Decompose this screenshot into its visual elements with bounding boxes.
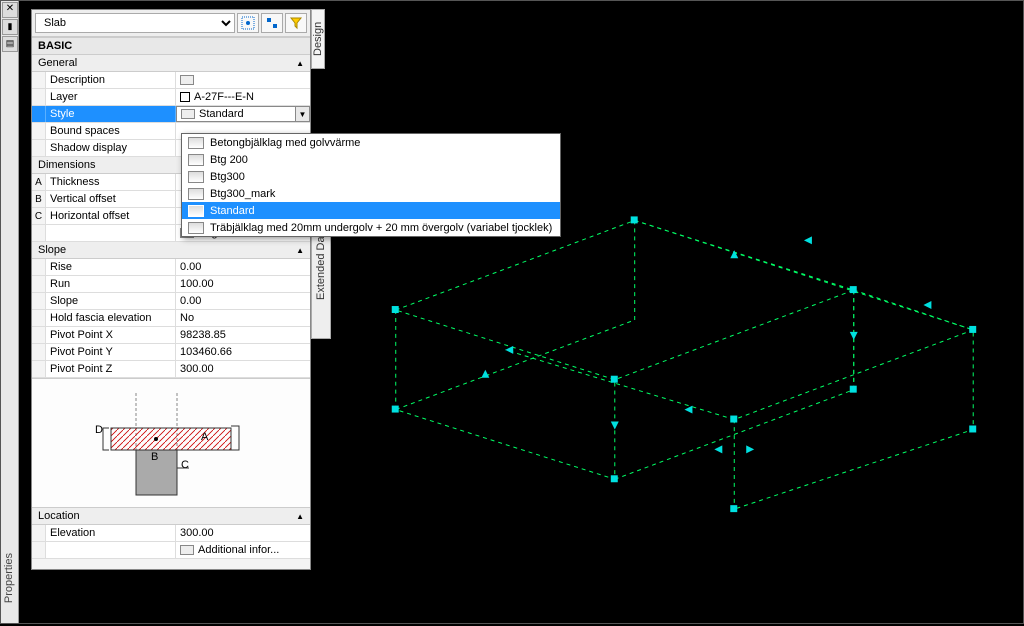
- menu-icon[interactable]: ▤: [2, 36, 18, 52]
- style-option-selected[interactable]: Standard: [182, 202, 560, 219]
- row-elevation: Elevation300.00: [32, 525, 310, 542]
- pivot-z-value[interactable]: 300.00: [176, 361, 310, 377]
- close-icon[interactable]: ✕: [2, 2, 18, 18]
- row-description: Description: [32, 72, 310, 89]
- group-slope[interactable]: Slope▲: [32, 242, 310, 259]
- row-rise: Rise0.00: [32, 259, 310, 276]
- tab-design[interactable]: Design: [311, 9, 325, 69]
- additional-info-button[interactable]: Additional infor...: [176, 542, 310, 558]
- row-layer: LayerA-27F---E-N: [32, 89, 310, 106]
- svg-text:C: C: [181, 459, 189, 471]
- layer-color-chip: [180, 92, 190, 102]
- style-option[interactable]: Btg300_mark: [182, 185, 560, 202]
- description-value[interactable]: [176, 72, 310, 88]
- slab-preview: D A B C: [32, 378, 310, 508]
- svg-text:A: A: [201, 431, 209, 443]
- slab-icon: [188, 205, 204, 217]
- properties-panel: Slab BASIC General▲ Description LayerA-2…: [31, 9, 311, 570]
- chevron-down-icon: ▼: [295, 107, 309, 121]
- group-location[interactable]: Location▲: [32, 508, 310, 525]
- chevron-up-icon: ▲: [296, 246, 304, 255]
- filter-button[interactable]: [285, 13, 307, 33]
- pin-icon[interactable]: ▮: [2, 19, 18, 35]
- pivot-x-value[interactable]: 98238.85: [176, 327, 310, 343]
- slab-icon: [188, 222, 204, 234]
- worksheet-icon: [180, 545, 194, 555]
- slab-icon: [181, 109, 195, 119]
- elevation-value[interactable]: 300.00: [176, 525, 310, 541]
- slab-icon: [188, 188, 204, 200]
- worksheet-icon: [180, 75, 194, 85]
- slab-icon: [188, 137, 204, 149]
- run-value[interactable]: 100.00: [176, 276, 310, 292]
- chevron-up-icon: ▲: [296, 512, 304, 521]
- pivot-y-value[interactable]: 103460.66: [176, 344, 310, 360]
- 3d-viewport[interactable]: [336, 1, 1023, 623]
- side-tabs: Design: [311, 9, 331, 69]
- quick-select-button[interactable]: [237, 13, 259, 33]
- style-option[interactable]: Träbjälklag med 20mm undergolv + 20 mm ö…: [182, 219, 560, 236]
- panel-header: Slab: [32, 10, 310, 37]
- row-pivot-y: Pivot Point Y103460.66: [32, 344, 310, 361]
- style-dropdown-list: Betongbjälklag med golvvärme Btg 200 Btg…: [181, 133, 561, 237]
- section-basic: BASIC: [32, 37, 310, 55]
- row-pivot-z: Pivot Point Z300.00: [32, 361, 310, 378]
- slope-value[interactable]: 0.00: [176, 293, 310, 309]
- layer-value[interactable]: A-27F---E-N: [176, 89, 310, 105]
- row-run: Run100.00: [32, 276, 310, 293]
- style-option[interactable]: Btg300: [182, 168, 560, 185]
- chevron-up-icon: ▲: [296, 59, 304, 68]
- slab-icon: [188, 171, 204, 183]
- style-option[interactable]: Btg 200: [182, 151, 560, 168]
- svg-text:B: B: [151, 451, 158, 463]
- rise-value[interactable]: 0.00: [176, 259, 310, 275]
- row-style: StyleStandard▼: [32, 106, 310, 123]
- row-additional: Additional infor...: [32, 542, 310, 559]
- style-dropdown[interactable]: Standard▼: [176, 106, 310, 122]
- row-pivot-x: Pivot Point X98238.85: [32, 327, 310, 344]
- row-fascia: Hold fascia elevationNo: [32, 310, 310, 327]
- fascia-value[interactable]: No: [176, 310, 310, 326]
- panel-title: Properties: [3, 553, 15, 603]
- left-rail: ✕ ▮ ▤ Properties: [1, 1, 19, 623]
- object-type-select[interactable]: Slab: [35, 13, 235, 33]
- group-general[interactable]: General▲: [32, 55, 310, 72]
- row-slope: Slope0.00: [32, 293, 310, 310]
- slab-icon: [188, 154, 204, 166]
- style-option[interactable]: Betongbjälklag med golvvärme: [182, 134, 560, 151]
- select-similar-button[interactable]: [261, 13, 283, 33]
- svg-text:D: D: [95, 424, 103, 436]
